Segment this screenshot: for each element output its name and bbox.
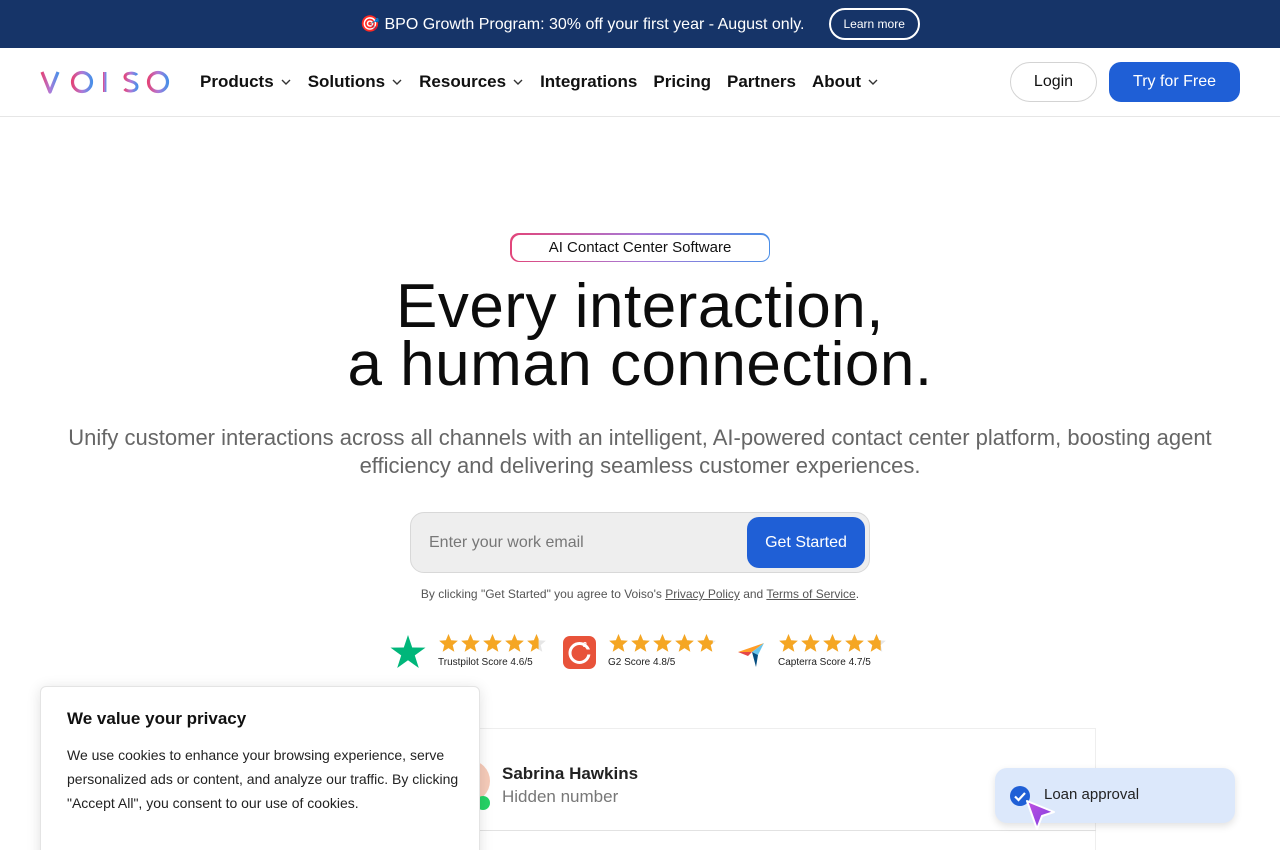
hero-headline: Every interaction, a human connection. <box>0 272 1280 399</box>
divider <box>480 830 1096 831</box>
nav-item-solutions[interactable]: Solutions <box>308 72 403 92</box>
email-signup-form: Get Started <box>410 512 870 573</box>
star-icon <box>631 634 650 652</box>
legal-suffix: . <box>855 587 860 601</box>
nav-item-label: About <box>811 72 862 91</box>
g2-icon: 2 <box>563 636 596 669</box>
star-icon <box>653 634 672 652</box>
capterra-icon <box>738 643 764 667</box>
nav-item-about[interactable]: About <box>812 72 879 92</box>
star-icon <box>609 634 628 652</box>
star-icon <box>867 634 886 652</box>
hero-tag-label: AI Contact Center Software <box>511 234 769 261</box>
rating-label: Capterra Score 4.7/5 <box>778 657 871 668</box>
hero-subtext: Unify customer interactions across all c… <box>68 425 1212 478</box>
nav-item-label: Products <box>200 72 274 91</box>
work-email-input[interactable] <box>429 527 729 559</box>
star-icon <box>505 634 524 652</box>
legal-and: and <box>739 587 767 601</box>
nav-item-label: Resources <box>419 72 507 91</box>
promo-banner-text: 🎯 BPO Growth Program: 30% off your first… <box>360 16 805 33</box>
rating-g2[interactable]: 2 G2 Score 4.8/5 <box>560 633 720 673</box>
star-icon <box>779 634 798 652</box>
rating-stars <box>438 633 548 653</box>
star-icon <box>527 634 546 652</box>
rating-stars <box>778 633 888 653</box>
cookie-text: We use cookies to enhance your browsing … <box>67 747 459 811</box>
get-started-button[interactable]: Get Started <box>747 517 865 568</box>
legal-prefix: By clicking "Get Started" you agree to V… <box>420 587 666 601</box>
signup-legal-text: By clicking "Get Started" you agree to V… <box>0 587 1280 601</box>
cursor-pointer-icon <box>1026 800 1055 830</box>
contact-number: Hidden number <box>502 787 619 806</box>
star-icon <box>461 634 480 652</box>
nav-item-partners[interactable]: Partners <box>727 72 796 92</box>
terms-of-service-link[interactable]: Terms of Service <box>766 587 855 601</box>
chevron-down-icon <box>513 79 523 85</box>
promo-banner: 🎯 BPO Growth Program: 30% off your first… <box>0 0 1280 48</box>
cookie-title: We value your privacy <box>67 709 247 728</box>
hero-tag: AI Contact Center Software <box>510 233 770 262</box>
nav-item-label: Pricing <box>653 72 711 91</box>
star-icon <box>697 634 716 652</box>
rating-label: G2 Score 4.8/5 <box>608 657 676 668</box>
star-icon <box>801 634 820 652</box>
trustpilot-icon <box>390 635 426 668</box>
chevron-down-icon <box>281 79 291 85</box>
learn-more-button[interactable]: Learn more <box>828 8 920 40</box>
star-icon <box>675 634 694 652</box>
star-icon <box>483 634 502 652</box>
cookie-consent-dialog: We value your privacy We use cookies to … <box>40 686 480 850</box>
rating-stars <box>608 633 718 653</box>
loan-approval-label: Loan approval <box>1044 786 1140 803</box>
nav-item-resources[interactable]: Resources <box>419 72 524 92</box>
chevron-down-icon <box>868 79 878 85</box>
nav-item-label: Partners <box>727 72 796 91</box>
nav-item-products[interactable]: Products <box>200 72 292 92</box>
nav-item-integrations[interactable]: Integrations <box>540 72 637 92</box>
privacy-policy-link[interactable]: Privacy Policy <box>665 587 740 601</box>
star-icon <box>823 634 842 652</box>
rating-trustpilot[interactable]: Trustpilot Score 4.6/5 <box>390 633 550 673</box>
login-button[interactable]: Login <box>1010 62 1097 102</box>
main-nav: Products Solutions Resources Integration… <box>0 48 1280 117</box>
svg-text:2: 2 <box>583 642 587 649</box>
star-icon <box>845 634 864 652</box>
nav-item-label: Solutions <box>307 72 386 91</box>
hero-headline-line1: Every interaction, <box>396 272 884 341</box>
try-for-free-button[interactable]: Try for Free <box>1109 62 1240 102</box>
voiso-logo[interactable] <box>40 68 170 96</box>
hero-headline-line2: a human connection. <box>347 330 933 399</box>
contact-name: Sabrina Hawkins <box>502 764 639 783</box>
chevron-down-icon <box>392 79 402 85</box>
nav-menu: Products Solutions Resources Integration… <box>200 48 895 116</box>
nav-item-label: Integrations <box>540 72 638 91</box>
nav-item-pricing[interactable]: Pricing <box>653 72 711 92</box>
star-icon <box>439 634 458 652</box>
rating-label: Trustpilot Score 4.6/5 <box>438 657 533 668</box>
rating-capterra[interactable]: Capterra Score 4.7/5 <box>730 633 890 673</box>
